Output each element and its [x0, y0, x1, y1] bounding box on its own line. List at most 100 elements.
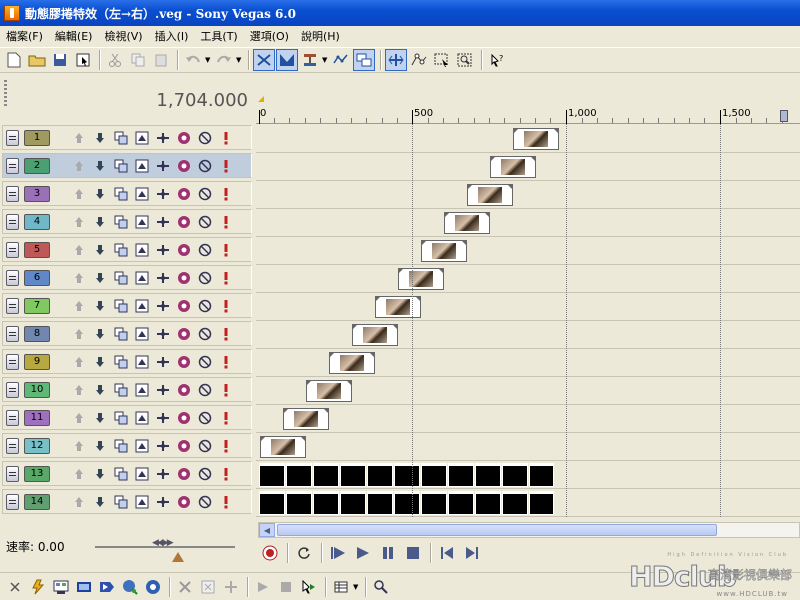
lock-envelopes-icon[interactable]: [330, 49, 352, 71]
track-number-badge[interactable]: 8: [24, 325, 50, 342]
stop-preview-icon[interactable]: [275, 576, 297, 598]
timeline-ruler[interactable]: 0 500 1,000 1,500: [256, 108, 800, 124]
track-number-badge[interactable]: 5: [24, 241, 50, 258]
track-minimize-icon[interactable]: [6, 353, 19, 370]
menu-insert[interactable]: 插入(I): [151, 28, 193, 44]
solo-icon[interactable]: [215, 409, 236, 427]
fx-icon[interactable]: [173, 493, 194, 511]
track-number-badge[interactable]: 13: [24, 465, 50, 482]
fx-icon[interactable]: [173, 297, 194, 315]
loop-region-marker[interactable]: [258, 96, 264, 102]
cut-icon[interactable]: [104, 49, 126, 71]
redo-icon[interactable]: [213, 49, 235, 71]
track-number-badge[interactable]: 6: [24, 269, 50, 286]
track-number-badge[interactable]: 4: [24, 213, 50, 230]
parent-mode-icon[interactable]: [131, 493, 152, 511]
paste-icon[interactable]: [150, 49, 172, 71]
track-number-badge[interactable]: 2: [24, 157, 50, 174]
composite-mode-icon[interactable]: [110, 409, 131, 427]
motion-blur-icon[interactable]: [152, 325, 173, 343]
image-event-clip[interactable]: [260, 436, 306, 458]
track-header-13[interactable]: 13: [2, 461, 252, 486]
filmstrip-event-clip[interactable]: [259, 491, 555, 515]
mute-icon[interactable]: [194, 409, 215, 427]
redo-dropdown-icon[interactable]: ▼: [236, 56, 244, 64]
track-header-14[interactable]: 14: [2, 489, 252, 514]
add-icon[interactable]: [220, 576, 242, 598]
fx-icon[interactable]: [173, 437, 194, 455]
parent-mode-icon[interactable]: [131, 129, 152, 147]
motion-blur-icon[interactable]: [152, 409, 173, 427]
ignore-grouping-icon[interactable]: [353, 49, 375, 71]
track-minimize-icon[interactable]: [6, 325, 19, 342]
record-icon[interactable]: [258, 542, 282, 564]
filmstrip-event-clip[interactable]: [259, 463, 555, 487]
fx-icon[interactable]: [173, 269, 194, 287]
pause-icon[interactable]: [376, 542, 400, 564]
solo-icon[interactable]: [215, 185, 236, 203]
move-up-icon[interactable]: [68, 129, 89, 147]
motion-blur-icon[interactable]: [152, 381, 173, 399]
menu-help[interactable]: 說明(H): [297, 28, 344, 44]
solo-icon[interactable]: [215, 269, 236, 287]
track-lane-7[interactable]: [256, 293, 800, 321]
delete-icon[interactable]: [174, 576, 196, 598]
track-header-10[interactable]: 10: [2, 377, 252, 402]
move-down-icon[interactable]: [89, 409, 110, 427]
open-folder-icon[interactable]: [26, 49, 48, 71]
track-minimize-icon[interactable]: [6, 465, 19, 482]
auto-preview-icon[interactable]: [298, 576, 320, 598]
track-header-5[interactable]: 5: [2, 237, 252, 262]
track-header-1[interactable]: 1: [2, 125, 252, 150]
solo-icon[interactable]: [215, 213, 236, 231]
mute-icon[interactable]: [194, 185, 215, 203]
views-dropdown-icon[interactable]: ▼: [353, 583, 361, 591]
image-event-clip[interactable]: [329, 352, 375, 374]
zoom-tool-icon[interactable]: [454, 49, 476, 71]
move-down-icon[interactable]: [89, 129, 110, 147]
track-lane-8[interactable]: [256, 321, 800, 349]
properties-icon[interactable]: [72, 49, 94, 71]
composite-mode-icon[interactable]: [110, 129, 131, 147]
move-up-icon[interactable]: [68, 381, 89, 399]
move-up-icon[interactable]: [68, 157, 89, 175]
scrollbar-thumb[interactable]: [277, 524, 717, 536]
track-number-badge[interactable]: 1: [24, 129, 50, 146]
video-fx-icon[interactable]: [119, 576, 141, 598]
move-up-icon[interactable]: [68, 185, 89, 203]
play-from-start-icon[interactable]: [326, 542, 350, 564]
solo-icon[interactable]: [215, 241, 236, 259]
track-lane-5[interactable]: [256, 237, 800, 265]
image-event-clip[interactable]: [283, 408, 329, 430]
track-header-4[interactable]: 4: [2, 209, 252, 234]
move-down-icon[interactable]: [89, 269, 110, 287]
track-minimize-icon[interactable]: [6, 241, 19, 258]
playhead-handle[interactable]: [780, 110, 788, 122]
composite-mode-icon[interactable]: [110, 185, 131, 203]
mute-icon[interactable]: [194, 269, 215, 287]
track-minimize-icon[interactable]: [6, 269, 19, 286]
move-down-icon[interactable]: [89, 185, 110, 203]
play-preview-icon[interactable]: [252, 576, 274, 598]
track-header-6[interactable]: 6: [2, 265, 252, 290]
undo-dropdown-icon[interactable]: ▼: [205, 56, 213, 64]
image-event-clip[interactable]: [375, 296, 421, 318]
trimmer-icon[interactable]: [73, 576, 95, 598]
selection-tool-icon[interactable]: [431, 49, 453, 71]
track-header-11[interactable]: 11: [2, 405, 252, 430]
media-generators-icon[interactable]: [142, 576, 164, 598]
normal-edit-tool-icon[interactable]: [385, 49, 407, 71]
mute-icon[interactable]: [194, 437, 215, 455]
image-event-clip[interactable]: [467, 184, 513, 206]
motion-blur-icon[interactable]: [152, 437, 173, 455]
transitions-icon[interactable]: [96, 576, 118, 598]
track-lane-11[interactable]: [256, 405, 800, 433]
track-header-8[interactable]: 8: [2, 321, 252, 346]
parent-mode-icon[interactable]: [131, 269, 152, 287]
composite-mode-icon[interactable]: [110, 325, 131, 343]
composite-mode-icon[interactable]: [110, 157, 131, 175]
mute-icon[interactable]: [194, 297, 215, 315]
motion-blur-icon[interactable]: [152, 129, 173, 147]
track-number-badge[interactable]: 7: [24, 297, 50, 314]
next-marker-icon[interactable]: [460, 542, 484, 564]
